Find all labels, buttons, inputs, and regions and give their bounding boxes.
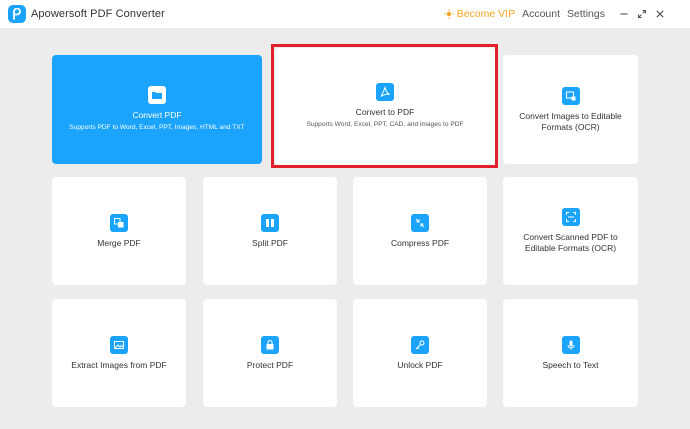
split-pdf-label: Split PDF: [252, 237, 288, 248]
merge-pdf-label: Merge PDF: [97, 237, 141, 248]
compress-pdf-card[interactable]: Compress PDF: [353, 177, 487, 285]
settings-button[interactable]: Settings: [567, 8, 605, 20]
scan-icon: [561, 208, 580, 226]
scanned-ocr-label-1: Convert Scanned PDF to: [523, 232, 618, 242]
app-logo-icon: [8, 5, 26, 23]
app-title: Apowersoft PDF Converter: [31, 8, 165, 20]
compress-icon: [411, 213, 429, 232]
maximize-icon[interactable]: [636, 8, 648, 20]
convert-pdf-description: Supports PDF to Word, Excel, PPT, Images…: [69, 124, 245, 131]
become-vip-label: Become VIP: [456, 8, 516, 20]
images-ocr-card[interactable]: Convert Images to Editable Formats (OCR): [503, 55, 638, 164]
key-icon: [411, 335, 429, 354]
merge-icon: [110, 213, 128, 232]
convert-to-pdf-card[interactable]: Convert to PDF Supports Word, Excel, PPT…: [275, 48, 495, 165]
images-ocr-label-1: Convert Images to Editable: [519, 110, 622, 121]
merge-pdf-card[interactable]: Merge PDF: [52, 177, 186, 285]
convert-pdf-label: Convert PDF: [132, 110, 182, 120]
microphone-icon: [561, 335, 580, 354]
split-icon: [261, 213, 279, 232]
speech-to-text-card[interactable]: Speech to Text: [503, 299, 638, 407]
image-ocr-icon: [561, 86, 580, 105]
close-icon[interactable]: [654, 8, 666, 20]
convert-to-pdf-description: Supports Word, Excel, PPT, CAD, and imag…: [306, 121, 464, 128]
account-button[interactable]: Account: [522, 8, 560, 20]
minimize-icon[interactable]: [618, 8, 630, 20]
pdf-icon: [376, 83, 394, 101]
scanned-ocr-label-2: Editable Formats (OCR): [524, 243, 617, 253]
scanned-ocr-card[interactable]: Convert Scanned PDF to Editable Formats …: [503, 177, 638, 285]
lock-icon: [261, 335, 279, 354]
unlock-pdf-label: Unlock PDF: [397, 359, 443, 370]
crown-icon: [444, 9, 454, 19]
folder-icon: [148, 86, 166, 104]
split-pdf-card[interactable]: Split PDF: [203, 177, 337, 285]
images-ocr-label-2: Formats (OCR): [541, 121, 600, 132]
extract-images-label: Extract Images from PDF: [71, 359, 167, 370]
image-icon: [110, 335, 128, 354]
protect-pdf-card[interactable]: Protect PDF: [203, 299, 337, 407]
convert-pdf-card[interactable]: Convert PDF Supports PDF to Word, Excel,…: [52, 55, 262, 164]
convert-to-pdf-label: Convert to PDF: [355, 107, 415, 117]
title-bar: Apowersoft PDF Converter Become VIP Acco…: [0, 0, 690, 28]
unlock-pdf-card[interactable]: Unlock PDF: [353, 299, 487, 407]
compress-pdf-label: Compress PDF: [390, 237, 450, 248]
become-vip-button[interactable]: Become VIP: [444, 8, 515, 20]
speech-to-text-label: Speech to Text: [542, 359, 599, 370]
extract-images-card[interactable]: Extract Images from PDF: [52, 299, 186, 407]
protect-pdf-label: Protect PDF: [246, 359, 294, 370]
